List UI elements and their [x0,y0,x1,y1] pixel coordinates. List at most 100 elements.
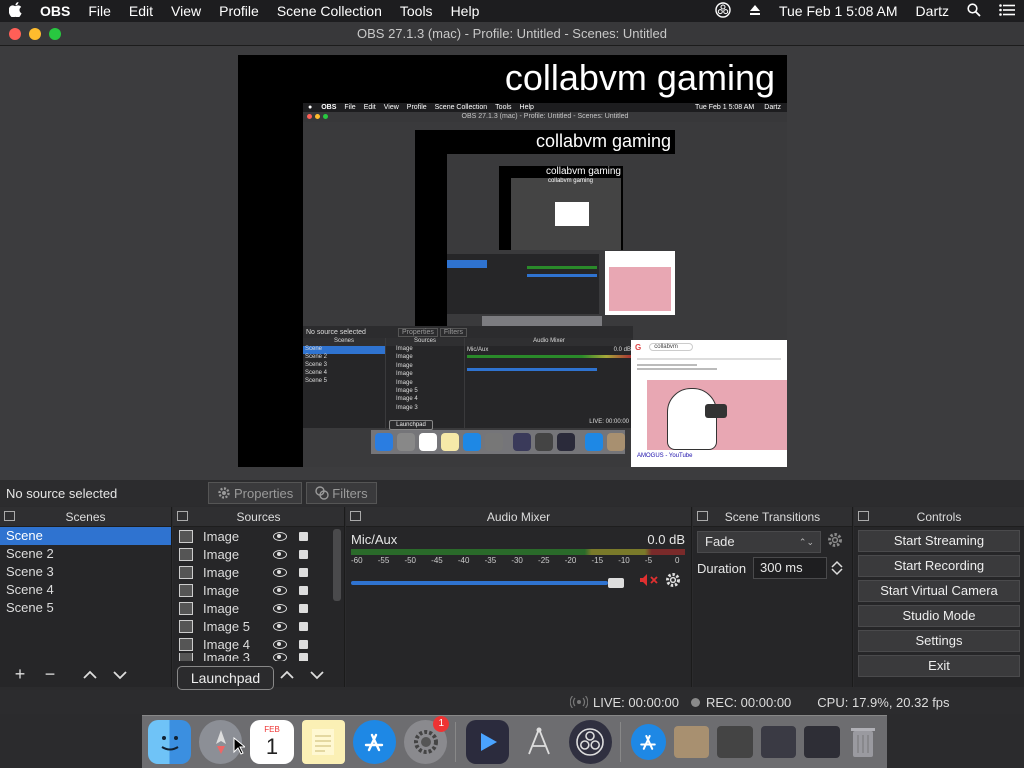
lock-icon[interactable] [299,621,308,631]
menu-clock[interactable]: Tue Feb 1 5:08 AM [770,3,907,19]
transition-select[interactable]: Fade ⌃⌄ [697,531,821,553]
settings-button[interactable]: Settings [858,630,1020,652]
move-source-down-button[interactable] [307,664,327,685]
calendar-icon[interactable]: FEB 1 [250,720,294,764]
source-row[interactable]: Image [173,581,344,599]
eject-icon[interactable] [740,3,770,19]
lock-icon[interactable] [299,585,308,595]
scene-item[interactable]: Scene 4 [0,581,171,599]
source-row[interactable]: Image [173,563,344,581]
preview-area[interactable]: collabvm gaming ● OBS File Edit View Pro… [0,46,1024,480]
notes-icon[interactable] [301,720,345,764]
notification-center-icon[interactable] [990,3,1024,19]
lock-icon[interactable] [299,653,308,661]
transition-settings-button[interactable] [827,532,843,553]
duration-stepper[interactable] [831,560,843,576]
lock-icon[interactable] [299,639,308,649]
lock-icon[interactable] [299,531,308,541]
menu-scene-collection[interactable]: Scene Collection [268,3,391,19]
system-preferences-icon[interactable]: 1 [404,716,450,764]
lock-icon[interactable] [299,567,308,577]
program-preview[interactable]: collabvm gaming ● OBS File Edit View Pro… [238,55,787,467]
app-store-icon[interactable] [352,720,397,764]
menu-file[interactable]: File [79,3,120,19]
dock-float-icon[interactable] [177,511,188,521]
scene-item[interactable]: Scene [0,527,171,545]
mute-button[interactable] [639,573,661,592]
close-window-button[interactable] [9,28,21,40]
apple-icon[interactable] [0,2,31,20]
screenshot-thumbnail-icon[interactable] [804,726,840,758]
move-source-up-button[interactable] [277,664,297,685]
volume-slider[interactable] [351,577,635,589]
source-row[interactable]: Image 3 [173,653,344,661]
nested-props-row: No source selected Properties Filters [303,326,633,338]
mixer-settings-button[interactable] [665,572,681,593]
start-virtual-camera-button[interactable]: Start Virtual Camera [858,580,1020,602]
menu-user[interactable]: Dartz [907,3,958,19]
start-recording-button[interactable]: Start Recording [858,555,1020,577]
dock-float-icon[interactable] [697,511,708,521]
screenshot-thumbnail-icon[interactable] [760,726,797,758]
menu-view[interactable]: View [162,3,210,19]
nested-properties: Properties [398,327,438,337]
screenshot-thumbnail-icon[interactable] [717,726,753,758]
scene-item[interactable]: Scene 2 [0,545,171,563]
lock-icon[interactable] [299,603,308,613]
eye-icon[interactable] [273,621,287,631]
lock-icon[interactable] [299,549,308,559]
studio-mode-button[interactable]: Studio Mode [858,605,1020,627]
scene-item[interactable]: Scene 5 [0,599,171,617]
sources-scrollbar[interactable] [333,529,341,601]
move-scene-down-button[interactable] [110,664,130,685]
meter-tick: -60 [351,556,363,565]
move-scene-up-button[interactable] [80,664,100,685]
menu-tools[interactable]: Tools [391,3,442,19]
dock-float-icon[interactable] [350,511,361,521]
menu-help[interactable]: Help [442,3,489,19]
scene-item[interactable]: Scene 3 [0,563,171,581]
source-row[interactable]: Image [173,527,344,545]
obs-icon[interactable] [568,720,612,764]
dock-float-icon[interactable] [858,511,869,521]
source-row[interactable]: Image 4 [173,635,344,653]
start-streaming-button[interactable]: Start Streaming [858,530,1020,552]
app-store-download-icon[interactable] [630,724,667,760]
spotlight-search-icon[interactable] [958,2,990,20]
minimize-window-button[interactable] [29,28,41,40]
remove-scene-button[interactable]: − [40,664,60,685]
filters-button[interactable]: Filters [306,482,377,504]
menu-profile[interactable]: Profile [210,3,268,19]
source-row[interactable]: Image 5 [173,617,344,635]
eye-icon[interactable] [273,531,287,541]
chevron-down-icon[interactable] [831,568,843,576]
mixer-channel-row: Mic/Aux 0.0 dB [346,527,691,547]
eye-icon[interactable] [273,653,287,661]
eye-icon[interactable] [273,603,287,613]
exit-button[interactable]: Exit [858,655,1020,677]
eye-icon[interactable] [273,639,287,649]
volume-slider-handle[interactable] [608,577,625,588]
zoom-window-button[interactable] [49,28,61,40]
menu-app-name[interactable]: OBS [31,3,79,19]
meter-tick: -35 [484,556,497,565]
photo-thumbnail-icon[interactable] [674,726,710,758]
add-scene-button[interactable]: + [10,664,30,685]
volume-slider-fill [351,580,609,585]
eye-icon[interactable] [273,567,287,577]
script-editor-icon[interactable] [517,720,560,764]
properties-button[interactable]: Properties [208,482,303,504]
media-player-icon[interactable] [466,720,510,764]
source-row[interactable]: Image [173,599,344,617]
menu-edit[interactable]: Edit [120,3,162,19]
eye-icon[interactable] [273,549,287,559]
obs-status-icon[interactable] [706,1,740,21]
finder-icon[interactable] [148,720,192,764]
dock-float-icon[interactable] [4,511,15,521]
eye-icon[interactable] [273,585,287,595]
duration-input[interactable]: 300 ms [753,557,827,579]
source-row[interactable]: Image [173,545,344,563]
trash-icon[interactable] [848,720,879,764]
nested-mixer-header: Audio Mixer [465,338,633,346]
chevron-up-icon[interactable] [831,560,843,568]
